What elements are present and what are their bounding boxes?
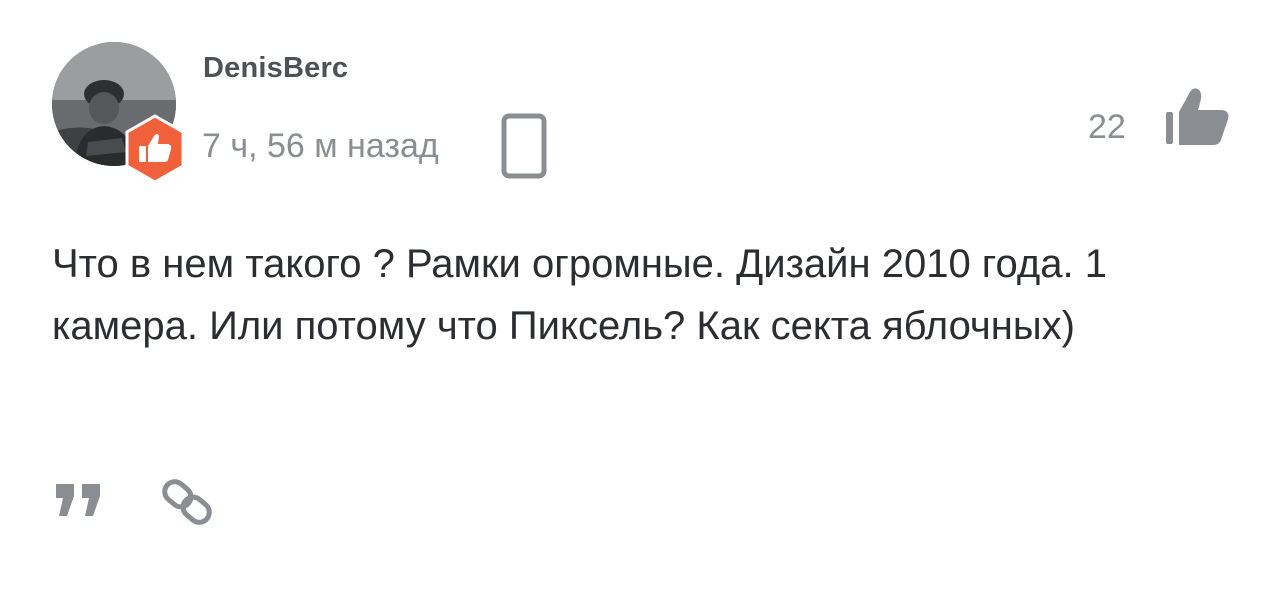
comment-body: Что в нем такого ? Рамки огромные. Дизай… (52, 242, 1107, 348)
like-button[interactable] (1162, 82, 1232, 152)
avatar-container[interactable] (52, 42, 185, 184)
comment-timestamp[interactable]: 7 ч, 56 м назад (202, 127, 439, 166)
quote-icon (56, 484, 100, 516)
link-icon (162, 479, 212, 525)
quote-button[interactable] (52, 470, 112, 530)
thumbs-up-rank-badge (124, 114, 186, 184)
comment-card: DenisBerc 7 ч, 56 м назад 22 Что в нем т… (0, 0, 1280, 598)
author-name[interactable]: DenisBerc (203, 52, 348, 85)
smartphone-icon (500, 112, 548, 180)
comment-rating: 22 (1088, 108, 1126, 146)
thumbs-up-icon (1166, 88, 1229, 145)
copy-link-button[interactable] (155, 470, 219, 534)
